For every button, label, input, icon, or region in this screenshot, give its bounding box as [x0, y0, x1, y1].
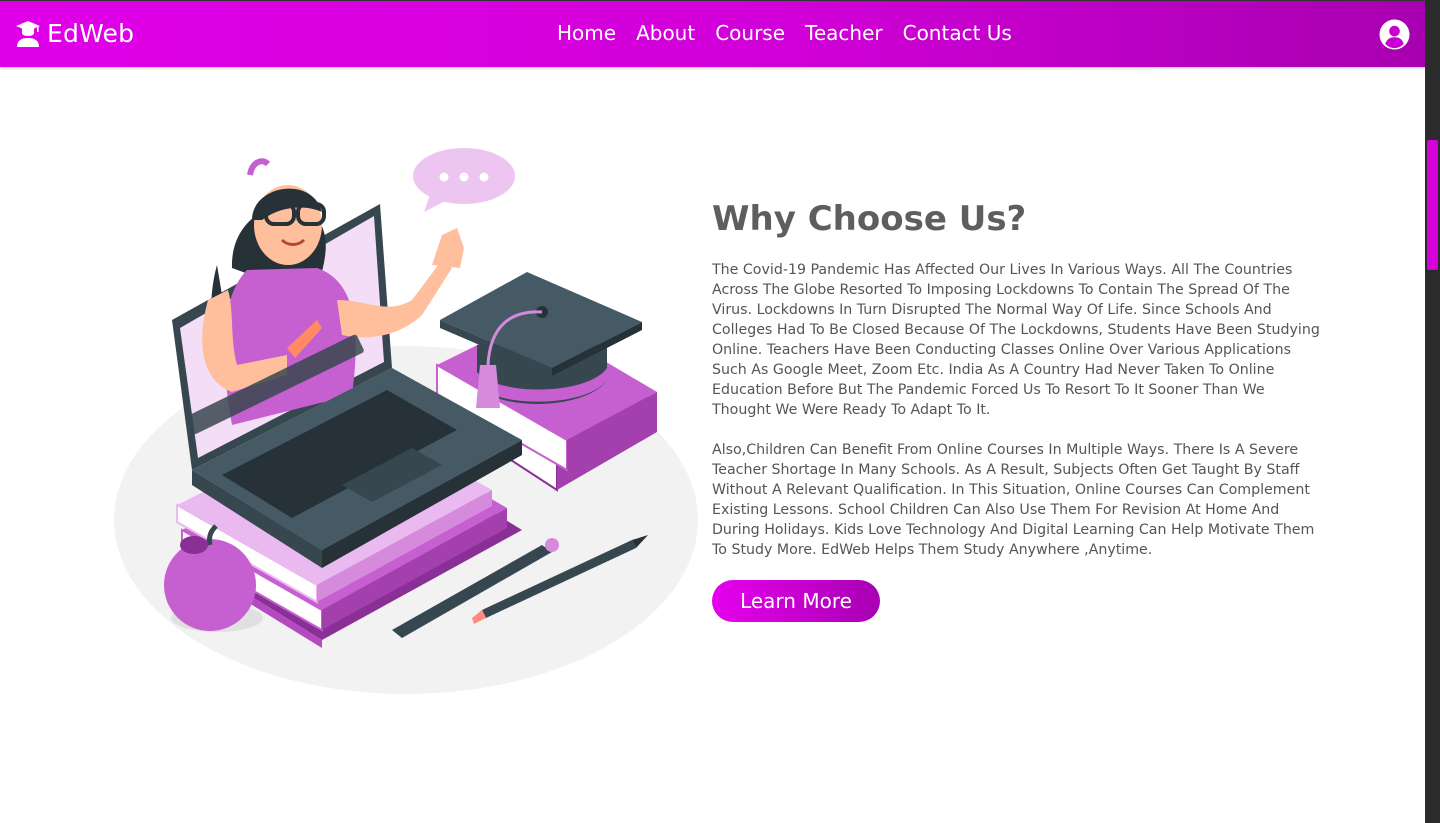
- nav-teacher[interactable]: Teacher: [805, 21, 883, 45]
- speech-bubble-icon: [413, 148, 515, 212]
- nav-about[interactable]: About: [636, 21, 695, 45]
- section-title: Why Choose Us?: [712, 199, 1027, 239]
- user-circle-icon[interactable]: [1379, 19, 1410, 50]
- nav-contact[interactable]: Contact Us: [903, 21, 1012, 45]
- benefits-paragraph: Also,Children Can Benefit From Online Co…: [712, 442, 1315, 558]
- learn-more-button[interactable]: Learn More: [712, 580, 880, 622]
- brand-logo[interactable]: EdWeb: [15, 19, 134, 48]
- brand-name: EdWeb: [47, 19, 135, 48]
- nav-links: Home About Course Teacher Contact Us: [557, 21, 1012, 45]
- online-learning-illustration: [114, 148, 698, 694]
- why-choose-us-section: Why Choose Us? The Covid-19 Pandemic Has…: [712, 196, 1324, 622]
- nav-home[interactable]: Home: [557, 21, 616, 45]
- navbar: EdWeb Home About Course Teacher Contact …: [0, 0, 1425, 67]
- nav-course[interactable]: Course: [715, 21, 785, 45]
- page-scrollbar[interactable]: [1425, 0, 1440, 823]
- intro-paragraph: The Covid-19 Pandemic Has Affected Our L…: [712, 262, 1320, 418]
- scrollbar-thumb[interactable]: [1427, 140, 1438, 270]
- graduate-student-icon: [16, 20, 40, 47]
